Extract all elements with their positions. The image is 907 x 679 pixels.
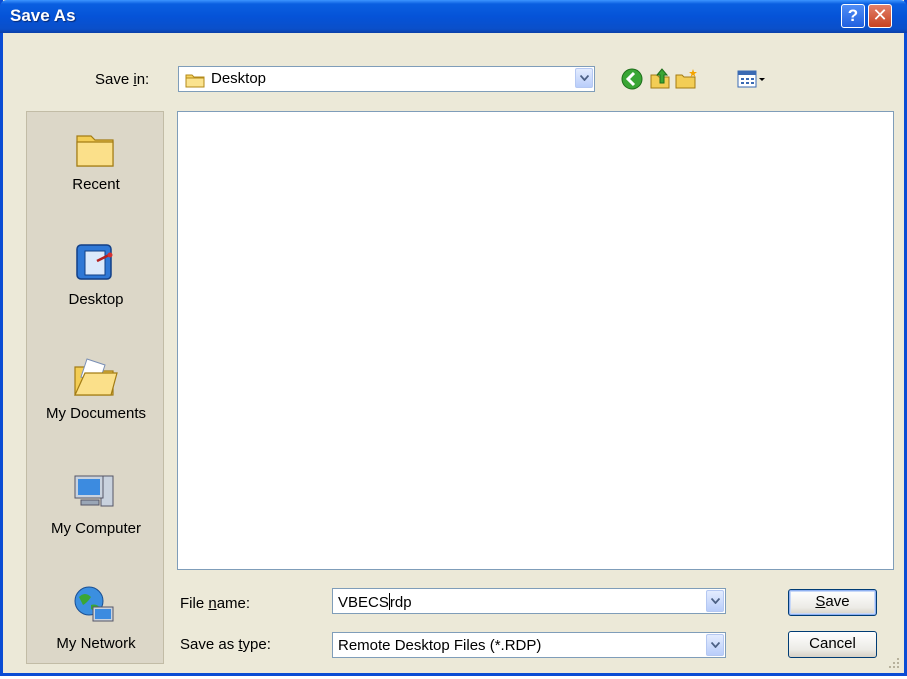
place-desktop[interactable]: Desktop [27, 227, 165, 335]
places-bar: Recent Desktop My Documents My Computer … [26, 111, 164, 664]
save-as-type-dropdown-button[interactable] [706, 634, 724, 656]
file-name-input[interactable]: VBECSrdp [332, 588, 726, 614]
save-in-label: Save in: [95, 71, 150, 88]
save-as-type-label: Save as type: [180, 636, 271, 653]
save-as-dialog: Save As ? ✕ Save in: Desktop Recent Desk… [0, 0, 907, 676]
chevron-down-icon [579, 75, 589, 81]
resize-grip-icon[interactable] [888, 657, 900, 669]
my-computer-icon [74, 475, 114, 507]
new-folder-icon[interactable] [674, 67, 698, 91]
my-network-icon [74, 586, 114, 622]
help-icon: ? [847, 6, 859, 25]
my-documents-icon [74, 358, 118, 396]
help-button[interactable]: ? [841, 4, 865, 28]
place-my-computer[interactable]: My Computer [27, 456, 165, 564]
folder-icon [185, 74, 205, 88]
close-button[interactable]: ✕ [868, 4, 892, 28]
place-recent[interactable]: Recent [27, 112, 165, 220]
file-name-label: File name: [180, 595, 251, 612]
save-in-value: Desktop [211, 70, 267, 87]
file-list[interactable] [177, 111, 894, 570]
recent-folder-icon [76, 135, 114, 167]
place-my-documents[interactable]: My Documents [27, 341, 165, 449]
save-as-type-select[interactable]: Remote Desktop Files (*.RDP) [332, 632, 726, 658]
chevron-down-icon [710, 598, 720, 604]
window-title: Save As [10, 6, 76, 25]
save-in-dropdown-button[interactable] [575, 68, 593, 88]
up-folder-icon[interactable] [648, 67, 672, 91]
place-my-network[interactable]: My Network [27, 571, 165, 679]
desktop-icon [76, 244, 113, 280]
save-in-combo[interactable]: Desktop [178, 66, 595, 92]
save-as-type-value: Remote Desktop Files (*.RDP) [338, 637, 542, 654]
file-name-value: VBECS [338, 594, 389, 611]
file-name-dropdown-button[interactable] [706, 590, 724, 612]
title-bar[interactable]: Save As ? ✕ [0, 0, 907, 33]
chevron-down-icon [710, 642, 720, 648]
close-icon: ✕ [872, 5, 888, 25]
back-icon[interactable] [620, 67, 644, 91]
cancel-button[interactable]: Cancel [788, 631, 877, 658]
save-button[interactable]: Save [788, 589, 877, 616]
views-menu-icon[interactable] [736, 67, 766, 91]
